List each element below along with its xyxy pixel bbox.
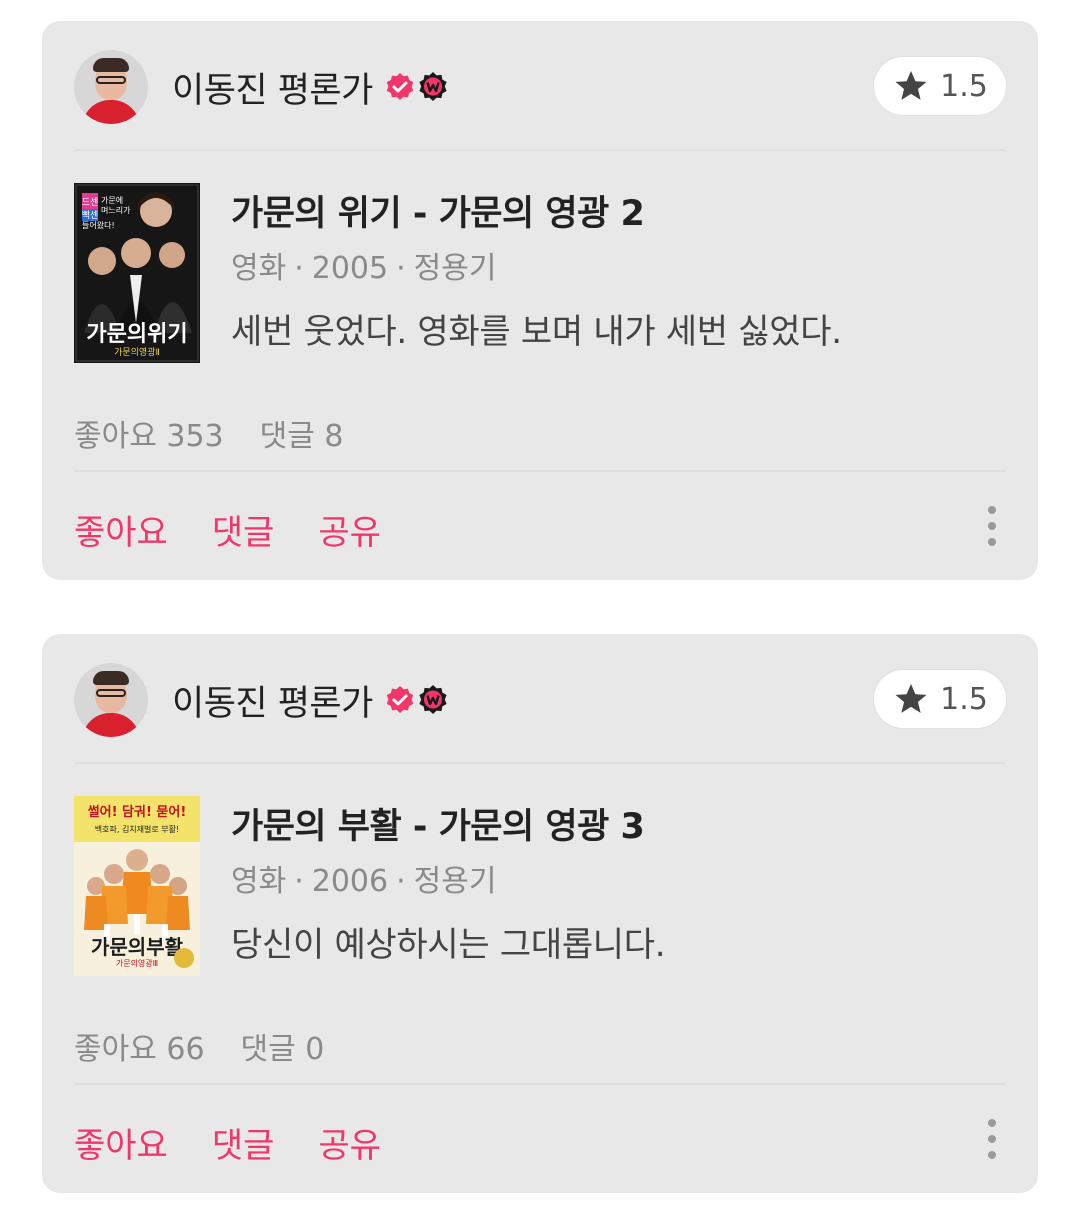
like-button[interactable]: 좋아요 — [74, 1118, 168, 1167]
more-options-icon[interactable] — [986, 506, 998, 546]
rating-pill: 1.5 — [874, 670, 1006, 728]
comments-label: 댓글 — [240, 1032, 296, 1067]
verified-check-icon — [386, 73, 414, 100]
likes-label: 좋아요 — [74, 1032, 157, 1067]
share-button[interactable]: 공유 — [318, 505, 381, 554]
movie-director: 정용기 — [413, 251, 497, 286]
review-feed: 이동진 평론가 1.5 드센 빡센 가문에 며느리가 들어왔다! 가문의위기 가… — [0, 0, 1080, 1212]
review-header: 이동진 평론가 1.5 — [74, 49, 1006, 125]
comments-number: 0 — [305, 1032, 325, 1067]
movie-meta: 영화 · 2005 · 정용기 — [231, 243, 496, 287]
movie-meta: 영화 · 2006 · 정용기 — [231, 856, 496, 900]
comments-count[interactable]: 댓글 8 — [260, 419, 344, 454]
svg-text:빡센: 빡센 — [82, 210, 99, 221]
movie-poster[interactable]: 썰어! 담궈! 묻어! 백호파, 김치재벌로 부활! 가문의부활 가문의영광Ⅲ — [74, 796, 200, 976]
meta-separator: · — [396, 251, 406, 286]
likes-label: 좋아요 — [74, 419, 157, 454]
more-options-icon[interactable] — [986, 1119, 998, 1159]
review-stats: 좋아요 66 댓글 0 — [74, 1024, 324, 1068]
svg-text:백호파, 김치재벌로 부활!: 백호파, 김치재벌로 부활! — [95, 824, 179, 834]
like-button[interactable]: 좋아요 — [74, 505, 168, 554]
comment-button[interactable]: 댓글 — [212, 505, 275, 554]
svg-text:가문의영광Ⅱ: 가문의영광Ⅱ — [114, 346, 160, 358]
meta-separator: · — [294, 864, 304, 899]
movie-title[interactable]: 가문의 부활 - 가문의 영광 3 — [231, 798, 645, 849]
review-text[interactable]: 세번 웃었다. 영화를 보며 내가 세번 싫었다. — [231, 304, 842, 353]
movie-title[interactable]: 가문의 위기 - 가문의 영광 2 — [231, 185, 645, 236]
review-stats: 좋아요 353 댓글 8 — [74, 411, 343, 455]
movie-category: 영화 — [231, 864, 287, 899]
comments-number: 8 — [324, 419, 344, 454]
svg-text:가문의위기: 가문의위기 — [86, 322, 187, 347]
movie-year: 2005 — [311, 251, 389, 286]
movie-poster[interactable]: 드센 빡센 가문에 며느리가 들어왔다! 가문의위기 가문의영광Ⅱ — [74, 183, 200, 363]
avatar[interactable] — [74, 663, 148, 737]
svg-text:들어왔다!: 들어왔다! — [82, 220, 115, 230]
watcha-w-icon — [419, 685, 447, 714]
review-actions: 좋아요 댓글 공유 — [74, 1118, 381, 1167]
meta-separator: · — [294, 251, 304, 286]
movie-year: 2006 — [311, 864, 389, 899]
movie-category: 영화 — [231, 251, 287, 286]
divider — [74, 762, 1006, 764]
rating-pill: 1.5 — [874, 57, 1006, 115]
review-card: 이동진 평론가 1.5 썰어! 담궈! 묻어! 백호파, 김치재벌로 부활! 가… — [42, 634, 1038, 1193]
svg-text:가문의영광Ⅲ: 가문의영광Ⅲ — [116, 958, 158, 968]
divider — [74, 1083, 1006, 1085]
verified-check-icon — [386, 686, 414, 713]
poster-image: 드센 빡센 가문에 며느리가 들어왔다! 가문의위기 가문의영광Ⅱ — [74, 183, 200, 363]
review-header: 이동진 평론가 1.5 — [74, 662, 1006, 738]
likes-count[interactable]: 좋아요 353 — [74, 419, 224, 454]
review-actions: 좋아요 댓글 공유 — [74, 505, 381, 554]
svg-text:가문의부활: 가문의부활 — [91, 935, 184, 959]
divider — [74, 149, 1006, 151]
movie-director: 정용기 — [413, 864, 497, 899]
svg-text:가문에: 가문에 — [101, 196, 123, 205]
author-name[interactable]: 이동진 평론가 — [172, 675, 373, 726]
avatar[interactable] — [74, 50, 148, 124]
likes-count[interactable]: 좋아요 66 — [74, 1032, 205, 1067]
watcha-w-icon — [419, 72, 447, 101]
share-button[interactable]: 공유 — [318, 1118, 381, 1167]
meta-separator: · — [396, 864, 406, 899]
likes-number: 66 — [166, 1032, 205, 1067]
author-name[interactable]: 이동진 평론가 — [172, 62, 373, 113]
svg-text:썰어! 담궈! 묻어!: 썰어! 담궈! 묻어! — [88, 804, 187, 820]
likes-number: 353 — [166, 419, 224, 454]
svg-text:드센: 드센 — [82, 197, 99, 208]
comment-button[interactable]: 댓글 — [212, 1118, 275, 1167]
star-icon — [895, 683, 927, 713]
poster-image: 썰어! 담궈! 묻어! 백호파, 김치재벌로 부활! 가문의부활 가문의영광Ⅲ — [74, 796, 200, 976]
divider — [74, 470, 1006, 472]
rating-value: 1.5 — [940, 681, 988, 717]
review-text[interactable]: 당신이 예상하시는 그대롭니다. — [231, 917, 666, 966]
review-card: 이동진 평론가 1.5 드센 빡센 가문에 며느리가 들어왔다! 가문의위기 가… — [42, 21, 1038, 580]
svg-text:며느리가: 며느리가 — [101, 205, 131, 215]
rating-value: 1.5 — [940, 68, 988, 104]
star-icon — [895, 70, 927, 100]
comments-label: 댓글 — [259, 419, 315, 454]
comments-count[interactable]: 댓글 0 — [241, 1032, 325, 1067]
